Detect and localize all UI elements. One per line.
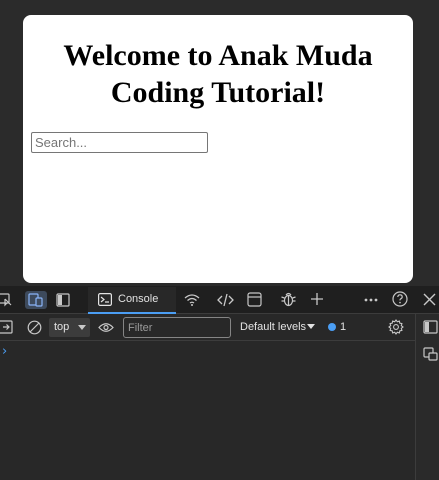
application-icon[interactable]: [247, 292, 262, 307]
search-input[interactable]: [31, 132, 208, 153]
issues-icon[interactable]: [328, 323, 336, 331]
page-content: Welcome to Anak Muda Coding Tutorial!: [23, 15, 413, 283]
context-selector[interactable]: top: [49, 318, 90, 337]
bug-icon[interactable]: [281, 291, 296, 307]
levels-chevron-down-icon: [307, 324, 315, 329]
add-tab-icon[interactable]: [310, 292, 324, 306]
live-expression-eye-icon[interactable]: [98, 322, 114, 333]
gear-icon[interactable]: [388, 319, 404, 335]
log-levels-dropdown[interactable]: Default levels: [240, 321, 306, 333]
tab-console-label: Console: [118, 293, 159, 305]
issues-count[interactable]: 1: [340, 321, 346, 333]
more-options-icon[interactable]: [364, 298, 378, 302]
drawer-sidebar: [415, 314, 439, 480]
console-toolbar: top Default levels 1: [0, 314, 439, 341]
network-icon[interactable]: [184, 293, 200, 307]
help-icon[interactable]: [392, 291, 408, 307]
console-output[interactable]: ›: [0, 341, 415, 480]
toggle-sidebar-icon[interactable]: [0, 320, 13, 334]
page-viewport: Welcome to Anak Muda Coding Tutorial!: [0, 0, 439, 288]
tab-console[interactable]: Console: [88, 287, 176, 314]
filter-input[interactable]: [123, 317, 231, 338]
console-icon: [98, 293, 113, 311]
devtools-panel: Console top Filter Default levels 1 ›: [0, 286, 439, 480]
device-toolbar-icon[interactable]: [25, 291, 47, 309]
panel-dock-icon[interactable]: [423, 320, 438, 334]
page-heading: Welcome to Anak Muda Coding Tutorial!: [63, 39, 373, 109]
inspect-element-icon[interactable]: [0, 293, 12, 307]
devtools-tab-bar: Console: [0, 286, 439, 314]
dock-side-icon[interactable]: [56, 293, 70, 307]
chevron-down-icon: [78, 325, 86, 330]
sources-icon[interactable]: [217, 293, 234, 307]
close-icon[interactable]: [423, 293, 436, 306]
clear-console-icon[interactable]: [27, 320, 42, 335]
console-prompt[interactable]: ›: [2, 344, 7, 359]
context-selector-value: top: [54, 321, 70, 333]
drawer-toggle-icon[interactable]: [423, 347, 438, 361]
